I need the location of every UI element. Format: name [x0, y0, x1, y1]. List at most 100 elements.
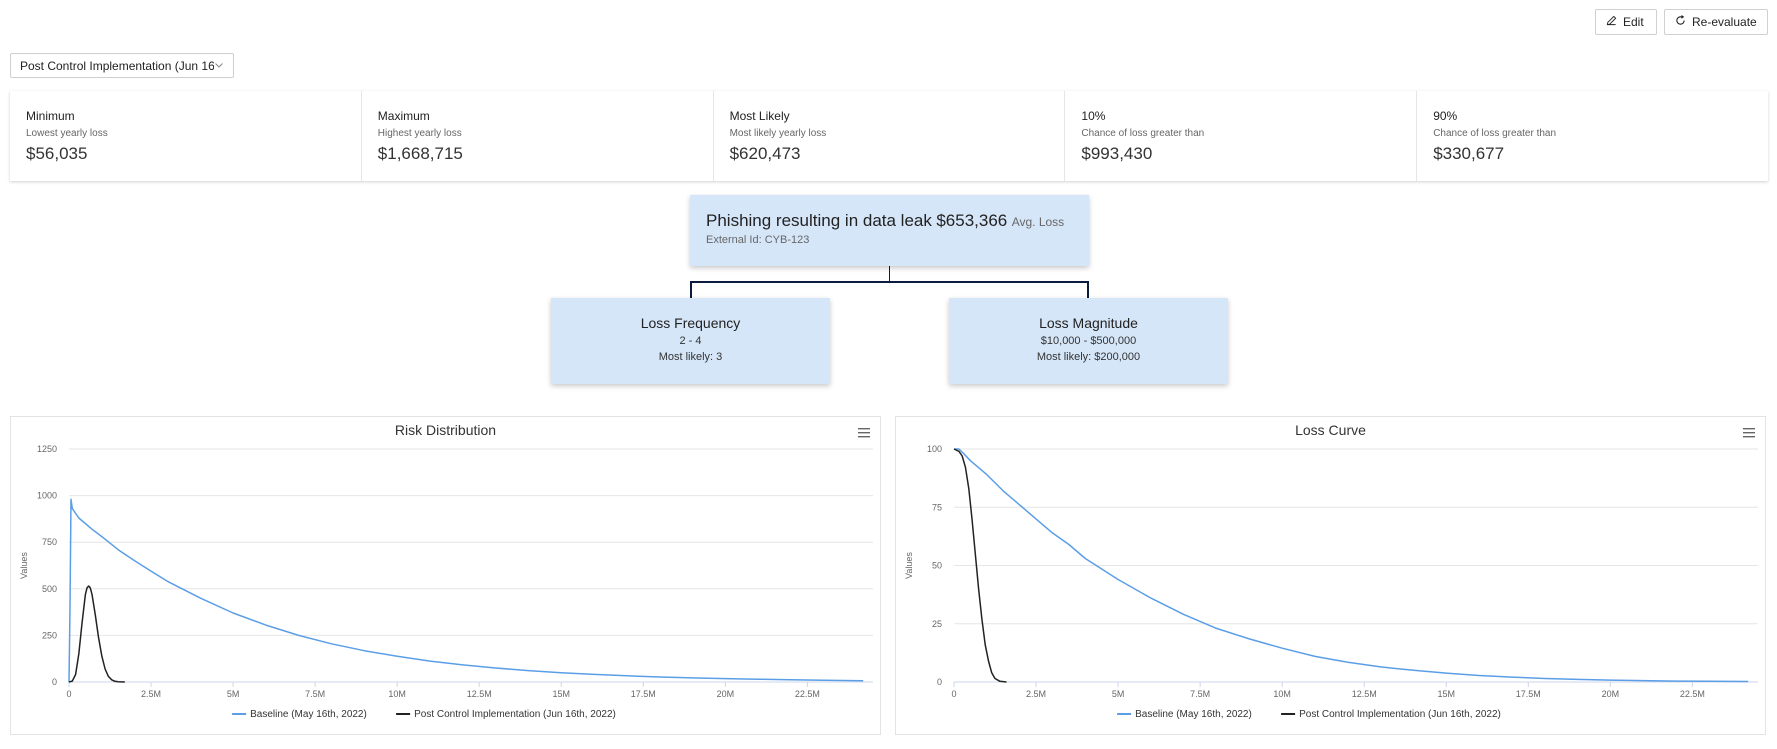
legend-item[interactable]: Baseline (May 16th, 2022)	[232, 709, 367, 720]
x-tick-label: 22.5M	[795, 689, 820, 699]
legend-item[interactable]: Baseline (May 16th, 2022)	[1117, 709, 1252, 720]
x-tick-label: 20M	[1602, 689, 1620, 699]
x-tick-label: 5M	[227, 689, 240, 699]
y-tick-label: 0	[52, 677, 57, 687]
stat-title: 10%	[1081, 109, 1106, 123]
edit-button[interactable]: Edit	[1595, 9, 1657, 35]
x-tick-label: 12.5M	[1352, 689, 1377, 699]
legend-label: Post Control Implementation (Jun 16th, 2…	[1299, 709, 1501, 720]
stat-subtitle: Highest yearly loss	[377, 128, 462, 139]
x-tick-label: 10M	[1273, 689, 1291, 699]
stat-title: 90%	[1433, 109, 1458, 123]
y-tick-label: 1000	[37, 491, 57, 501]
legend-label: Baseline (May 16th, 2022)	[250, 709, 367, 720]
x-tick-label: 17.5M	[1516, 689, 1541, 699]
tree-connector-right	[1087, 281, 1089, 298]
stat-subtitle: Chance of loss greater than	[1433, 128, 1557, 139]
loss-magnitude-most-likely: Most likely: $200,000	[1036, 351, 1141, 363]
y-tick-label: 75	[932, 502, 942, 512]
x-tick-label: 2.5M	[141, 689, 161, 699]
tree-connector-stem	[889, 266, 890, 282]
chart-menu-icon[interactable]	[1743, 428, 1755, 438]
risk-distribution-chart: Risk Distribution 0 250 500 750 1000 1250 0 2.5M…	[10, 416, 881, 735]
menu-bar	[1743, 436, 1755, 438]
loss-frequency-node[interactable]: Loss Frequency 2 - 4 Most likely: 3	[551, 298, 830, 384]
x-tick-label: 10M	[388, 689, 406, 699]
stat-value: $620,473	[729, 144, 801, 163]
scenario-title: Phishing resulting in data leak	[706, 211, 932, 230]
stat-value: $993,430	[1081, 144, 1153, 163]
x-tick-label: 22.5M	[1680, 689, 1705, 699]
menu-bar	[858, 432, 870, 434]
loss-frequency-title: Loss Frequency	[640, 315, 741, 331]
loss-magnitude-title: Loss Magnitude	[1039, 315, 1138, 331]
stat-value: $1,668,715	[377, 144, 463, 163]
stat-90-percent: 90% Chance of loss greater than $330,677	[1416, 91, 1768, 181]
y-tick-label: 250	[42, 630, 57, 640]
stat-maximum: Maximum Highest yearly loss $1,668,715	[360, 91, 713, 181]
avg-loss-label: Avg. Loss	[1011, 215, 1065, 229]
stat-title: Maximum	[377, 109, 430, 123]
stat-most-likely: Most Likely Most likely yearly loss $620…	[712, 91, 1065, 181]
loss-stats-panel: Minimum Lowest yearly loss $56,035 Maxim…	[10, 91, 1768, 181]
y-tick-label: 1250	[37, 444, 57, 454]
loss-curve-chart: Loss Curve 0 25 50 75 100 0 2.5M 5M 7.5M 10M 12.5M 1…	[895, 416, 1766, 735]
chart-svg: Loss Curve 0 25 50 75 100 0 2.5M 5M 7.5M 10M 12.5M 1…	[904, 422, 1758, 720]
y-tick-label: 0	[937, 677, 942, 687]
y-axis-label: Values	[904, 552, 914, 579]
x-tick-label: 20M	[717, 689, 735, 699]
y-tick-label: 50	[932, 561, 942, 571]
menu-bar	[858, 436, 870, 438]
legend-item[interactable]: Post Control Implementation (Jun 16th, 2…	[1281, 709, 1501, 720]
legend-item[interactable]: Post Control Implementation (Jun 16th, 2…	[396, 709, 616, 720]
chart-legend: Baseline (May 16th, 2022) Post Control Im…	[1117, 709, 1501, 720]
loss-frequency-most-likely: Most likely: 3	[658, 351, 723, 363]
chart-title: Risk Distribution	[395, 422, 496, 438]
tree-connector-left	[690, 281, 692, 298]
stat-value: $56,035	[26, 144, 88, 163]
x-tick-label: 15M	[1437, 689, 1455, 699]
stat-title: Most Likely	[729, 109, 790, 123]
edit-button-label: Edit	[1623, 15, 1644, 29]
x-tick-label: 0	[66, 689, 71, 699]
menu-bar	[858, 428, 870, 430]
reevaluate-button[interactable]: Re-evaluate	[1664, 9, 1768, 35]
y-tick-label: 750	[42, 537, 57, 547]
loss-frequency-range: 2 - 4	[679, 335, 702, 347]
menu-bar	[1743, 428, 1755, 430]
stat-10-percent: 10% Chance of loss greater than $993,430	[1064, 91, 1416, 181]
x-tick-label: 15M	[552, 689, 570, 699]
scenario-avg-loss: $653,366	[936, 211, 1008, 230]
x-tick-label: 0	[951, 689, 956, 699]
stat-minimum: Minimum Lowest yearly loss $56,035	[10, 91, 361, 181]
x-tick-label: 7.5M	[1190, 689, 1210, 699]
legend-label: Baseline (May 16th, 2022)	[1135, 709, 1252, 720]
y-tick-label: 25	[932, 619, 942, 629]
x-tick-label: 5M	[1112, 689, 1125, 699]
y-axis-label: Values	[19, 552, 29, 579]
series-line-post-control-implementation-jun-16th-2022	[68, 585, 125, 683]
chart-title: Loss Curve	[1295, 422, 1366, 438]
scenario-select[interactable]: Post Control Implementation (Jun 16...	[10, 53, 234, 78]
stat-subtitle: Lowest yearly loss	[26, 128, 108, 139]
y-tick-label: 500	[42, 584, 57, 594]
pencil-icon	[1606, 15, 1617, 29]
reevaluate-button-label: Re-evaluate	[1692, 15, 1757, 29]
external-id: External Id: CYB-123	[706, 234, 810, 246]
loss-magnitude-node[interactable]: Loss Magnitude $10,000 - $500,000 Most l…	[949, 298, 1228, 384]
chart-menu-icon[interactable]	[858, 428, 870, 438]
y-tick-label: 100	[927, 444, 942, 454]
loss-magnitude-range: $10,000 - $500,000	[1040, 335, 1137, 347]
x-tick-label: 7.5M	[305, 689, 325, 699]
stat-value: $330,677	[1433, 144, 1505, 163]
risk-scenario-page: Edit Re-evaluate Post Control Implementa…	[0, 0, 1777, 749]
chart-svg: Risk Distribution 0 250 500 750 1000 1250 0 2.5M…	[19, 422, 873, 720]
scenario-root-node[interactable]: Phishing resulting in data leak $653,366…	[690, 195, 1089, 266]
scenario-select-value: Post Control Implementation (Jun 16...	[20, 58, 214, 73]
chevron-down-icon	[214, 59, 224, 73]
chart-legend: Baseline (May 16th, 2022) Post Control Im…	[232, 709, 616, 720]
menu-bar	[1743, 432, 1755, 434]
stat-subtitle: Most likely yearly loss	[729, 128, 827, 139]
stat-title: Minimum	[26, 109, 75, 123]
legend-label: Post Control Implementation (Jun 16th, 2…	[414, 709, 616, 720]
